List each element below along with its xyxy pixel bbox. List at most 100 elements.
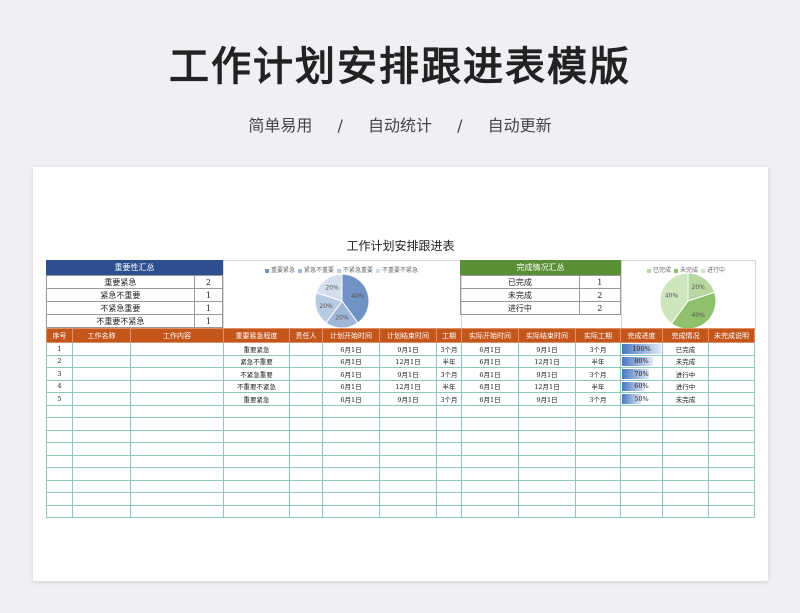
column-header[interactable]: 序号 [46, 328, 73, 343]
table-cell[interactable] [322, 429, 380, 443]
table-cell[interactable] [620, 417, 663, 431]
table-cell[interactable] [289, 379, 323, 393]
table-cell[interactable] [130, 479, 224, 493]
table-cell[interactable] [289, 454, 323, 468]
table-cell[interactable] [518, 467, 576, 481]
table-cell[interactable]: 3个月 [436, 392, 462, 406]
table-cell[interactable] [461, 504, 519, 518]
table-cell[interactable]: 不重要不紧急 [223, 379, 290, 393]
table-cell[interactable] [130, 354, 224, 368]
column-header[interactable]: 实际结束时间 [518, 328, 576, 343]
table-cell[interactable] [130, 467, 224, 481]
table-cell[interactable] [322, 467, 380, 481]
table-cell[interactable]: 进行中 [662, 379, 709, 393]
table-cell[interactable] [46, 442, 73, 456]
table-cell[interactable] [575, 454, 621, 468]
table-cell[interactable]: 6月1日 [322, 367, 380, 381]
table-cell[interactable]: 3个月 [575, 392, 621, 406]
table-cell[interactable] [575, 504, 621, 518]
table-cell[interactable] [46, 504, 73, 518]
table-cell[interactable] [289, 479, 323, 493]
table-cell[interactable] [461, 417, 519, 431]
table-cell[interactable] [461, 454, 519, 468]
table-cell[interactable] [130, 392, 224, 406]
table-cell[interactable] [708, 442, 755, 456]
table-cell[interactable]: 9月1日 [379, 392, 437, 406]
table-cell[interactable]: 60% [620, 379, 663, 393]
table-cell[interactable]: 进行中 [662, 367, 709, 381]
table-cell[interactable]: 紧急不重要 [223, 354, 290, 368]
table-cell[interactable] [46, 429, 73, 443]
table-cell[interactable] [72, 392, 131, 406]
column-header[interactable]: 完成情况 [662, 328, 709, 343]
column-header[interactable]: 工作内容 [130, 328, 224, 343]
table-cell[interactable]: 3个月 [436, 342, 462, 356]
table-cell[interactable] [708, 429, 755, 443]
table-cell[interactable] [130, 454, 224, 468]
table-cell[interactable]: 已完成 [662, 342, 709, 356]
table-cell[interactable]: 6月1日 [322, 379, 380, 393]
table-cell[interactable] [379, 429, 437, 443]
table-cell[interactable]: 6月1日 [461, 379, 519, 393]
table-cell[interactable]: 6月1日 [322, 392, 380, 406]
table-cell[interactable] [518, 504, 576, 518]
column-header[interactable]: 工期 [436, 328, 462, 343]
table-cell[interactable] [708, 492, 755, 506]
table-cell[interactable] [436, 454, 462, 468]
table-cell[interactable]: 重要紧急 [223, 342, 290, 356]
table-cell[interactable] [130, 342, 224, 356]
table-cell[interactable] [130, 492, 224, 506]
table-cell[interactable] [72, 454, 131, 468]
table-cell[interactable] [436, 492, 462, 506]
table-cell[interactable]: 12月1日 [379, 354, 437, 368]
table-cell[interactable]: 1 [46, 342, 73, 356]
table-cell[interactable] [461, 492, 519, 506]
table-cell[interactable] [322, 479, 380, 493]
table-cell[interactable] [575, 404, 621, 418]
table-cell[interactable] [130, 429, 224, 443]
table-cell[interactable]: 半年 [575, 379, 621, 393]
column-header[interactable]: 责任人 [289, 328, 323, 343]
table-cell[interactable]: 80% [620, 354, 663, 368]
table-cell[interactable] [518, 429, 576, 443]
table-cell[interactable]: 9月1日 [379, 342, 437, 356]
table-cell[interactable] [379, 404, 437, 418]
table-cell[interactable] [461, 429, 519, 443]
table-cell[interactable] [620, 454, 663, 468]
column-header[interactable]: 重要紧急程度 [223, 328, 290, 343]
column-header[interactable]: 计划结束时间 [379, 328, 437, 343]
table-cell[interactable] [130, 404, 224, 418]
summary-value[interactable]: 2 [578, 288, 622, 302]
table-cell[interactable] [662, 467, 709, 481]
table-cell[interactable] [72, 404, 131, 418]
table-cell[interactable] [436, 467, 462, 481]
table-cell[interactable]: 5 [46, 392, 73, 406]
table-cell[interactable] [223, 404, 290, 418]
table-cell[interactable] [289, 367, 323, 381]
table-cell[interactable] [223, 492, 290, 506]
table-cell[interactable] [575, 467, 621, 481]
summary-value[interactable]: 2 [578, 301, 622, 315]
table-cell[interactable] [322, 492, 380, 506]
table-cell[interactable] [518, 479, 576, 493]
table-cell[interactable] [620, 479, 663, 493]
table-cell[interactable] [289, 392, 323, 406]
table-cell[interactable]: 4 [46, 379, 73, 393]
table-cell[interactable] [518, 492, 576, 506]
table-cell[interactable] [289, 504, 323, 518]
table-cell[interactable] [575, 417, 621, 431]
table-cell[interactable] [72, 442, 131, 456]
table-cell[interactable] [289, 429, 323, 443]
table-cell[interactable] [708, 342, 755, 356]
table-cell[interactable] [223, 454, 290, 468]
table-cell[interactable] [620, 492, 663, 506]
table-cell[interactable] [130, 379, 224, 393]
table-cell[interactable] [46, 454, 73, 468]
table-cell[interactable] [322, 417, 380, 431]
table-cell[interactable]: 9月1日 [518, 392, 576, 406]
table-cell[interactable] [662, 504, 709, 518]
table-cell[interactable] [575, 442, 621, 456]
table-cell[interactable] [379, 467, 437, 481]
table-cell[interactable]: 70% [620, 367, 663, 381]
table-cell[interactable] [461, 467, 519, 481]
